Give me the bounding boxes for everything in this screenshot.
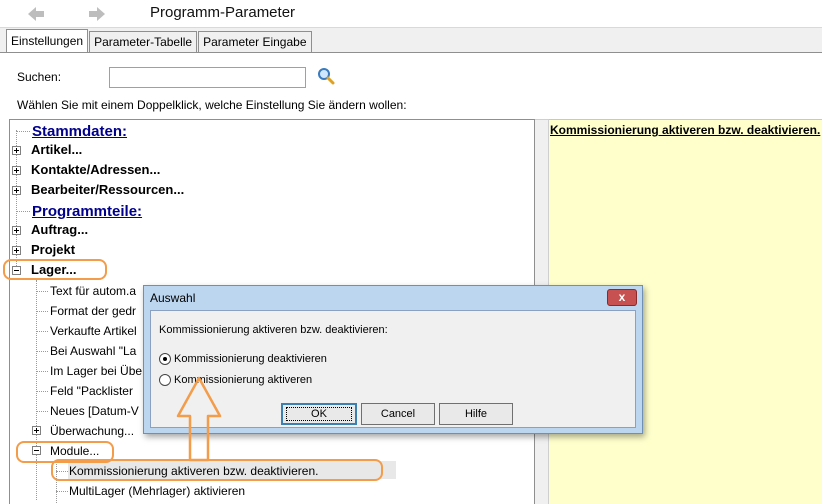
tree-item-artikel[interactable]: Artikel... (31, 140, 82, 160)
tree-item-projekt[interactable]: Projekt (31, 240, 75, 260)
description-text: Kommissionierung aktiveren bzw. deaktivi… (550, 123, 821, 137)
instruction-text: Wählen Sie mit einem Doppelklick, welche… (17, 98, 407, 112)
radio-button[interactable] (159, 374, 171, 386)
help-button[interactable]: Hilfe (439, 403, 513, 425)
cancel-button[interactable]: Cancel (361, 403, 435, 425)
expand-ueberwachung-icon[interactable] (32, 426, 41, 435)
expand-auftrag-icon[interactable] (12, 226, 21, 235)
tree-item-lager-child[interactable]: Bei Auswahl "La (50, 341, 136, 361)
radio-button[interactable] (159, 353, 171, 365)
tab-parameter-tabelle[interactable]: Parameter-Tabelle (89, 31, 198, 52)
dialog-prompt: Kommissionierung aktiveren bzw. deaktivi… (159, 324, 388, 336)
radio-label: Kommissionierung deaktivieren (174, 353, 327, 365)
tree-item-multilager[interactable]: MultiLager (Mehrlager) aktivieren (69, 481, 245, 501)
forward-arrow-icon[interactable] (86, 5, 108, 23)
tab-einstellungen[interactable]: Einstellungen (6, 29, 89, 52)
expand-bearbeiter-icon[interactable] (12, 186, 21, 195)
tab-parameter-eingabe[interactable]: Parameter Eingabe (198, 31, 312, 52)
expand-kontakte-icon[interactable] (12, 166, 21, 175)
tree-item-lager-child[interactable]: Im Lager bei Übe (50, 361, 142, 381)
radio-option-deaktivieren[interactable]: Kommissionierung deaktivieren (159, 353, 327, 365)
tree-item-lager-child[interactable]: Verkaufte Artikel (50, 321, 137, 341)
tree-item-ueberwachung[interactable]: Überwachung... (50, 421, 134, 441)
search-icon[interactable] (317, 67, 335, 85)
expand-artikel-icon[interactable] (12, 146, 21, 155)
title-bar: Programm-Parameter (0, 0, 822, 28)
tab-strip: Einstellungen Parameter-Tabelle Paramete… (6, 29, 313, 52)
tree-item-lager-child[interactable]: Neues [Datum-V (50, 401, 139, 421)
dialog-body: Kommissionierung aktiveren bzw. deaktivi… (150, 310, 636, 428)
tree-item-bearbeiter[interactable]: Bearbeiter/Ressourcen... (31, 180, 184, 200)
annotation-oval-lager (3, 259, 107, 280)
search-input[interactable] (109, 67, 306, 88)
annotation-oval-kommissionierung (51, 459, 383, 481)
dialog-title: Auswahl (150, 291, 196, 305)
tree-item-kontakte[interactable]: Kontakte/Adressen... (31, 160, 160, 180)
ok-button[interactable]: OK (281, 403, 357, 425)
tree-item-lager-child[interactable]: Text für autom.a (50, 281, 136, 301)
search-label: Suchen: (17, 70, 62, 84)
tree-item-lager-child[interactable]: Format der gedr (50, 301, 136, 321)
tree-item-lager-child[interactable]: Feld "Packlister (50, 381, 133, 401)
expand-projekt-icon[interactable] (12, 246, 21, 255)
annotation-arrow-icon (176, 376, 222, 462)
close-icon[interactable]: x (607, 289, 637, 306)
back-arrow-icon[interactable] (25, 5, 47, 23)
window-title: Programm-Parameter (150, 4, 296, 21)
tree-item-auftrag[interactable]: Auftrag... (31, 220, 88, 240)
